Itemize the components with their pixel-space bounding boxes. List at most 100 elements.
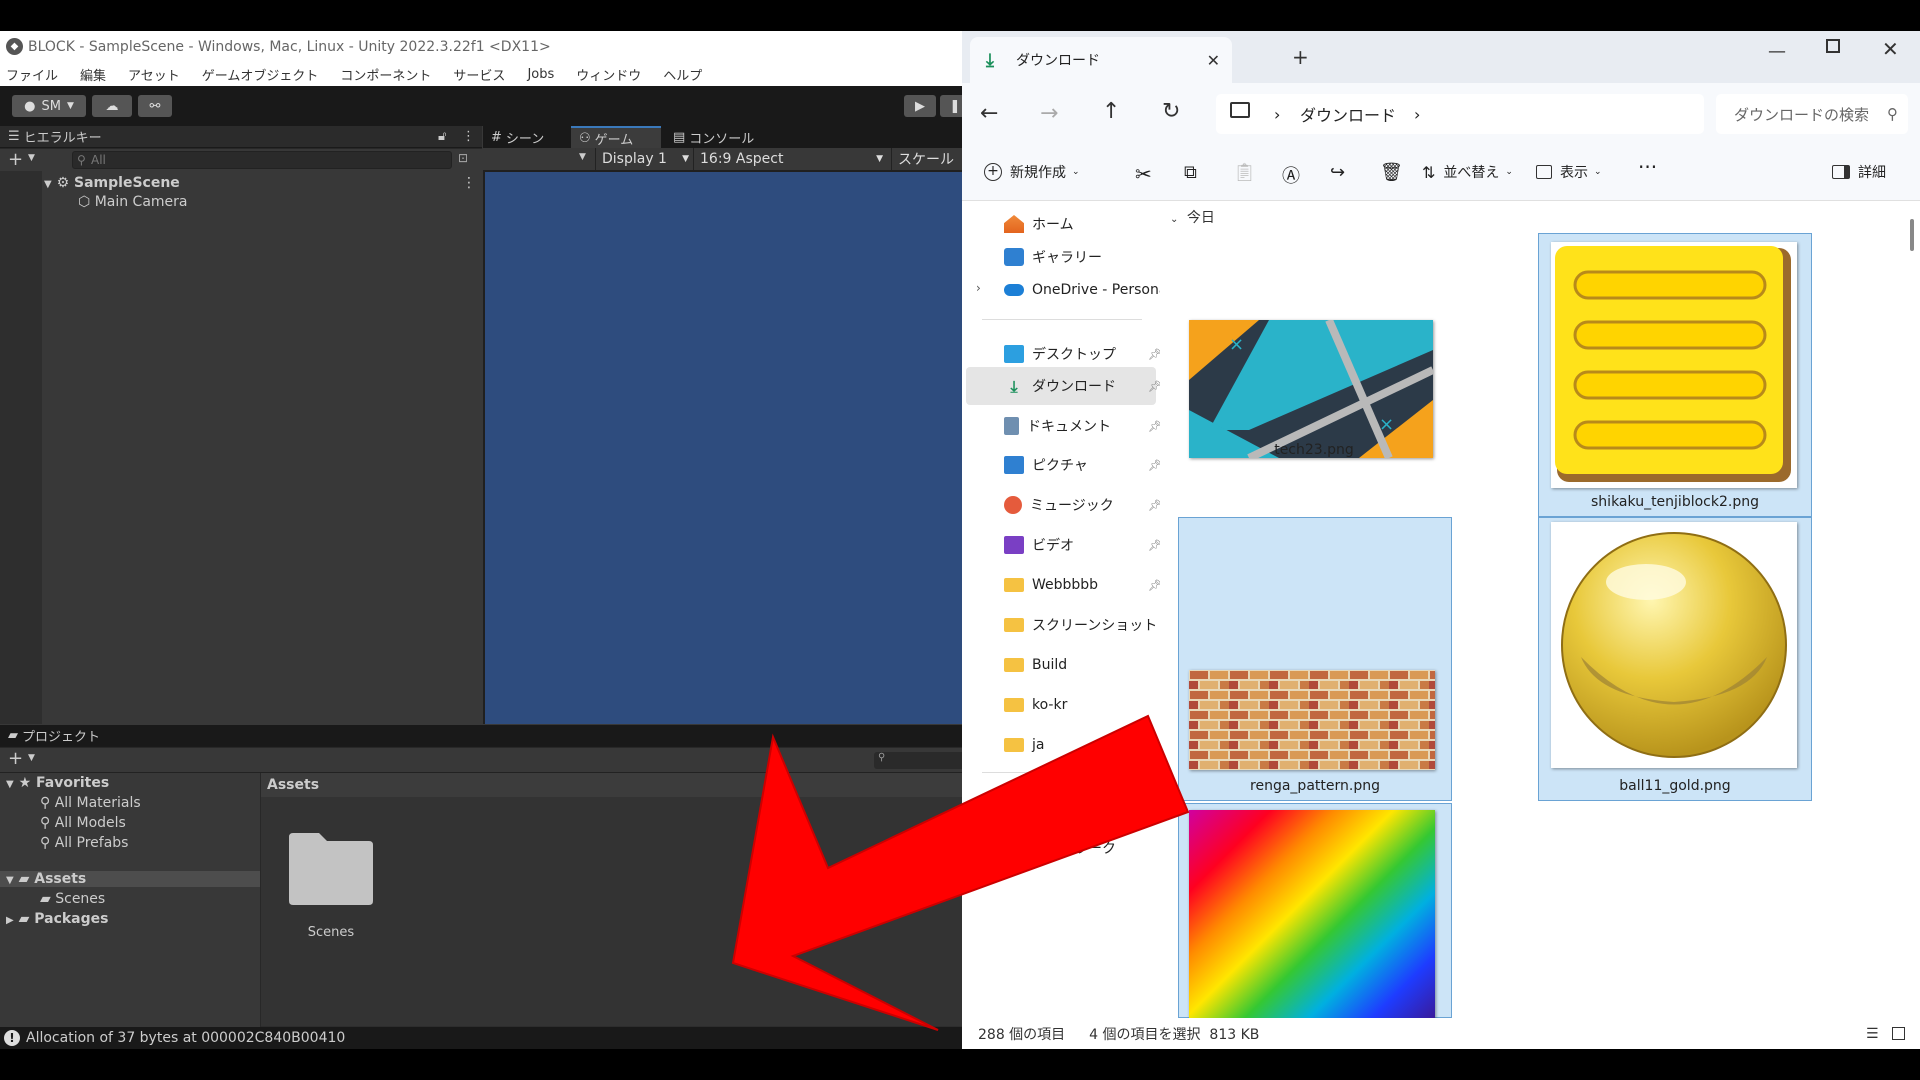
cloud-button[interactable]: ☁ [92,95,132,117]
maximize-icon[interactable] [1826,39,1840,53]
nav-item-pictures[interactable]: ピクチャ 📌︎ [1004,446,1162,484]
explorer-tab[interactable]: ⤓ ダウンロード ✕ [970,37,1232,83]
nav-item-downloads[interactable]: ⤓ ダウンロード 📌︎ [1004,367,1162,405]
project-search-input[interactable]: ⚲ [874,752,962,769]
hierarchy-search-input[interactable]: ⚲ All [72,151,452,169]
search-input[interactable]: ダウンロードの検索 ⚲ [1716,94,1908,134]
copy-icon[interactable]: ⧉ [1184,162,1197,183]
add-icon[interactable]: + [8,149,23,170]
nav-item-build[interactable]: Build [1004,646,1154,684]
nav-item-ja[interactable]: ja [1004,726,1154,764]
file-item-shikaku-tenjiblock2[interactable]: shikaku_tenjiblock2.png [1538,233,1812,517]
nav-item-ko-kr[interactable]: ko-kr [1004,686,1154,724]
back-icon[interactable]: ← [980,101,998,126]
minimize-icon[interactable]: — [1768,41,1786,62]
status-message[interactable]: Allocation of 37 bytes at 000002C840B004… [26,1030,345,1046]
more-options-icon[interactable]: ··· [1638,155,1657,179]
hierarchy-tab[interactable]: ☰ ヒエラルキー 🔓︎ ⋮ [0,126,482,148]
menu-component[interactable]: コンポーネント [340,65,431,84]
display-dropdown[interactable]: Display 1 ▼ [595,148,693,170]
hierarchy-item-main-camera[interactable]: ⬡ Main Camera [78,194,188,210]
favorite-all-prefabs[interactable]: ⚲ All Prefabs [40,835,128,851]
menu-jobs[interactable]: Jobs [527,67,554,82]
nav-item-documents[interactable]: ドキュメント 📌︎ [1004,407,1162,445]
sort-button[interactable]: ⇅ 並べ替え ⌄ [1422,162,1513,182]
add-icon[interactable]: + [8,748,23,769]
more-icon[interactable]: ⋮ [462,129,475,144]
pause-button[interactable]: ❚ [940,95,962,117]
up-icon[interactable]: ↑ [1102,99,1120,124]
nav-item-onedrive[interactable]: OneDrive - Persona [1004,271,1160,309]
chevron-right-icon[interactable]: › [1414,105,1420,124]
menu-assets[interactable]: アセット [128,65,180,84]
scene-visibility-icon[interactable]: ⊡ [458,151,468,165]
file-item-tech23[interactable]: × × tech23.png [1178,233,1450,465]
nav-item-screenshots[interactable]: スクリーンショット [1004,606,1157,644]
menu-services[interactable]: サービス [453,65,505,84]
collab-icon: ⚯ [149,98,161,114]
nav-item-label: ko-kr [1032,697,1068,713]
menu-gameobject[interactable]: ゲームオブジェクト [202,65,319,84]
menu-file[interactable]: ファイル [6,65,58,84]
expand-arrow-icon[interactable]: ▼ [44,179,52,190]
scale-control[interactable]: スケール [891,148,962,170]
game-mode-dropdown[interactable]: ▼ [579,152,586,162]
delete-icon[interactable]: 🗑︎ [1380,162,1403,183]
new-tab-icon[interactable]: + [1292,45,1309,69]
favorite-all-models[interactable]: ⚲ All Models [40,815,126,831]
menu-help[interactable]: ヘルプ [663,65,702,84]
scenes-folder-tile[interactable]: Scenes [281,829,381,940]
svg-text:×: × [1229,334,1244,355]
expand-chevron-icon[interactable]: › [976,839,981,853]
play-button[interactable]: ▶ [904,95,936,117]
chevron-down-icon[interactable]: ▼ [28,753,35,763]
menu-edit[interactable]: 編集 [80,65,106,84]
nav-item-music[interactable]: ミュージック 📌︎ [1004,486,1162,524]
project-tab[interactable]: ▰ プロジェクト [0,725,962,747]
nav-item-network[interactable]: ネットワーク [1004,829,1154,867]
aspect-dropdown[interactable]: 16:9 Aspect ▼ [693,148,889,170]
scenes-folder-row[interactable]: ▰ Scenes [40,891,105,907]
forward-icon[interactable]: → [1040,101,1058,126]
favorite-all-materials[interactable]: ⚲ All Materials [40,795,141,811]
refresh-icon[interactable]: ↻ [1162,99,1180,124]
view-button[interactable]: 表示 ⌄ [1536,162,1602,182]
breadcrumb-downloads[interactable]: ダウンロード [1300,102,1396,126]
tab-game[interactable]: ⚇ ゲーム [571,126,661,148]
details-view-icon[interactable]: ☰ [1866,1026,1879,1042]
game-view-viewport[interactable] [485,172,962,724]
file-item-renga-pattern[interactable]: renga_pattern.png [1178,517,1452,801]
expand-chevron-icon[interactable]: › [976,799,981,813]
sort-icon: ⇅ [1422,162,1436,182]
rename-icon[interactable]: Ⓐ [1282,162,1300,188]
lock-icon[interactable]: 🔓︎ [438,129,446,144]
close-tab-icon[interactable]: ✕ [1207,51,1220,70]
paste-icon[interactable]: 📋︎ [1233,162,1256,183]
scene-row[interactable]: ▼ ⚙ SampleScene [44,175,180,191]
menu-window[interactable]: ウィンドウ [576,65,641,84]
group-header-today[interactable]: ⌄ 今日 [1170,207,1215,227]
cut-icon[interactable]: ✂ [1135,162,1152,186]
file-item-ball11-gold[interactable]: ball11_gold.png [1538,517,1812,801]
nav-item-webbbbb[interactable]: Webbbbb 📌︎ [1004,566,1162,604]
scene-more-icon[interactable]: ⋮ [462,175,476,191]
favorites-row[interactable]: ▼ ★ Favorites [6,775,109,791]
tiles-view-icon[interactable] [1892,1027,1905,1040]
vertical-scrollbar[interactable] [1910,219,1914,251]
close-icon[interactable]: ✕ [1882,37,1899,61]
tab-scene[interactable]: # シーン [483,126,569,148]
packages-folder-row[interactable]: ▶ ▰ Packages [6,911,108,927]
expand-chevron-icon[interactable]: › [976,281,981,295]
file-item-gradient[interactable] [1178,803,1452,1019]
assets-folder-row[interactable]: ▼ ▰ Assets [0,871,260,887]
share-icon[interactable]: ↪ [1330,162,1345,183]
nav-item-videos[interactable]: ビデオ 📌︎ [1004,526,1162,564]
collab-button[interactable]: ⚯ [138,95,172,117]
details-button[interactable]: 詳細 [1832,162,1886,182]
new-button[interactable]: + 新規作成 ⌄ [984,162,1080,182]
account-button[interactable]: ● SM ▼ [12,95,86,117]
tab-console[interactable]: ▤ コンソール [665,126,775,148]
address-input[interactable]: › ダウンロード › [1216,94,1704,134]
nav-item-pc[interactable]: PC [1004,789,1154,827]
chevron-down-icon[interactable]: ▼ [28,153,35,163]
